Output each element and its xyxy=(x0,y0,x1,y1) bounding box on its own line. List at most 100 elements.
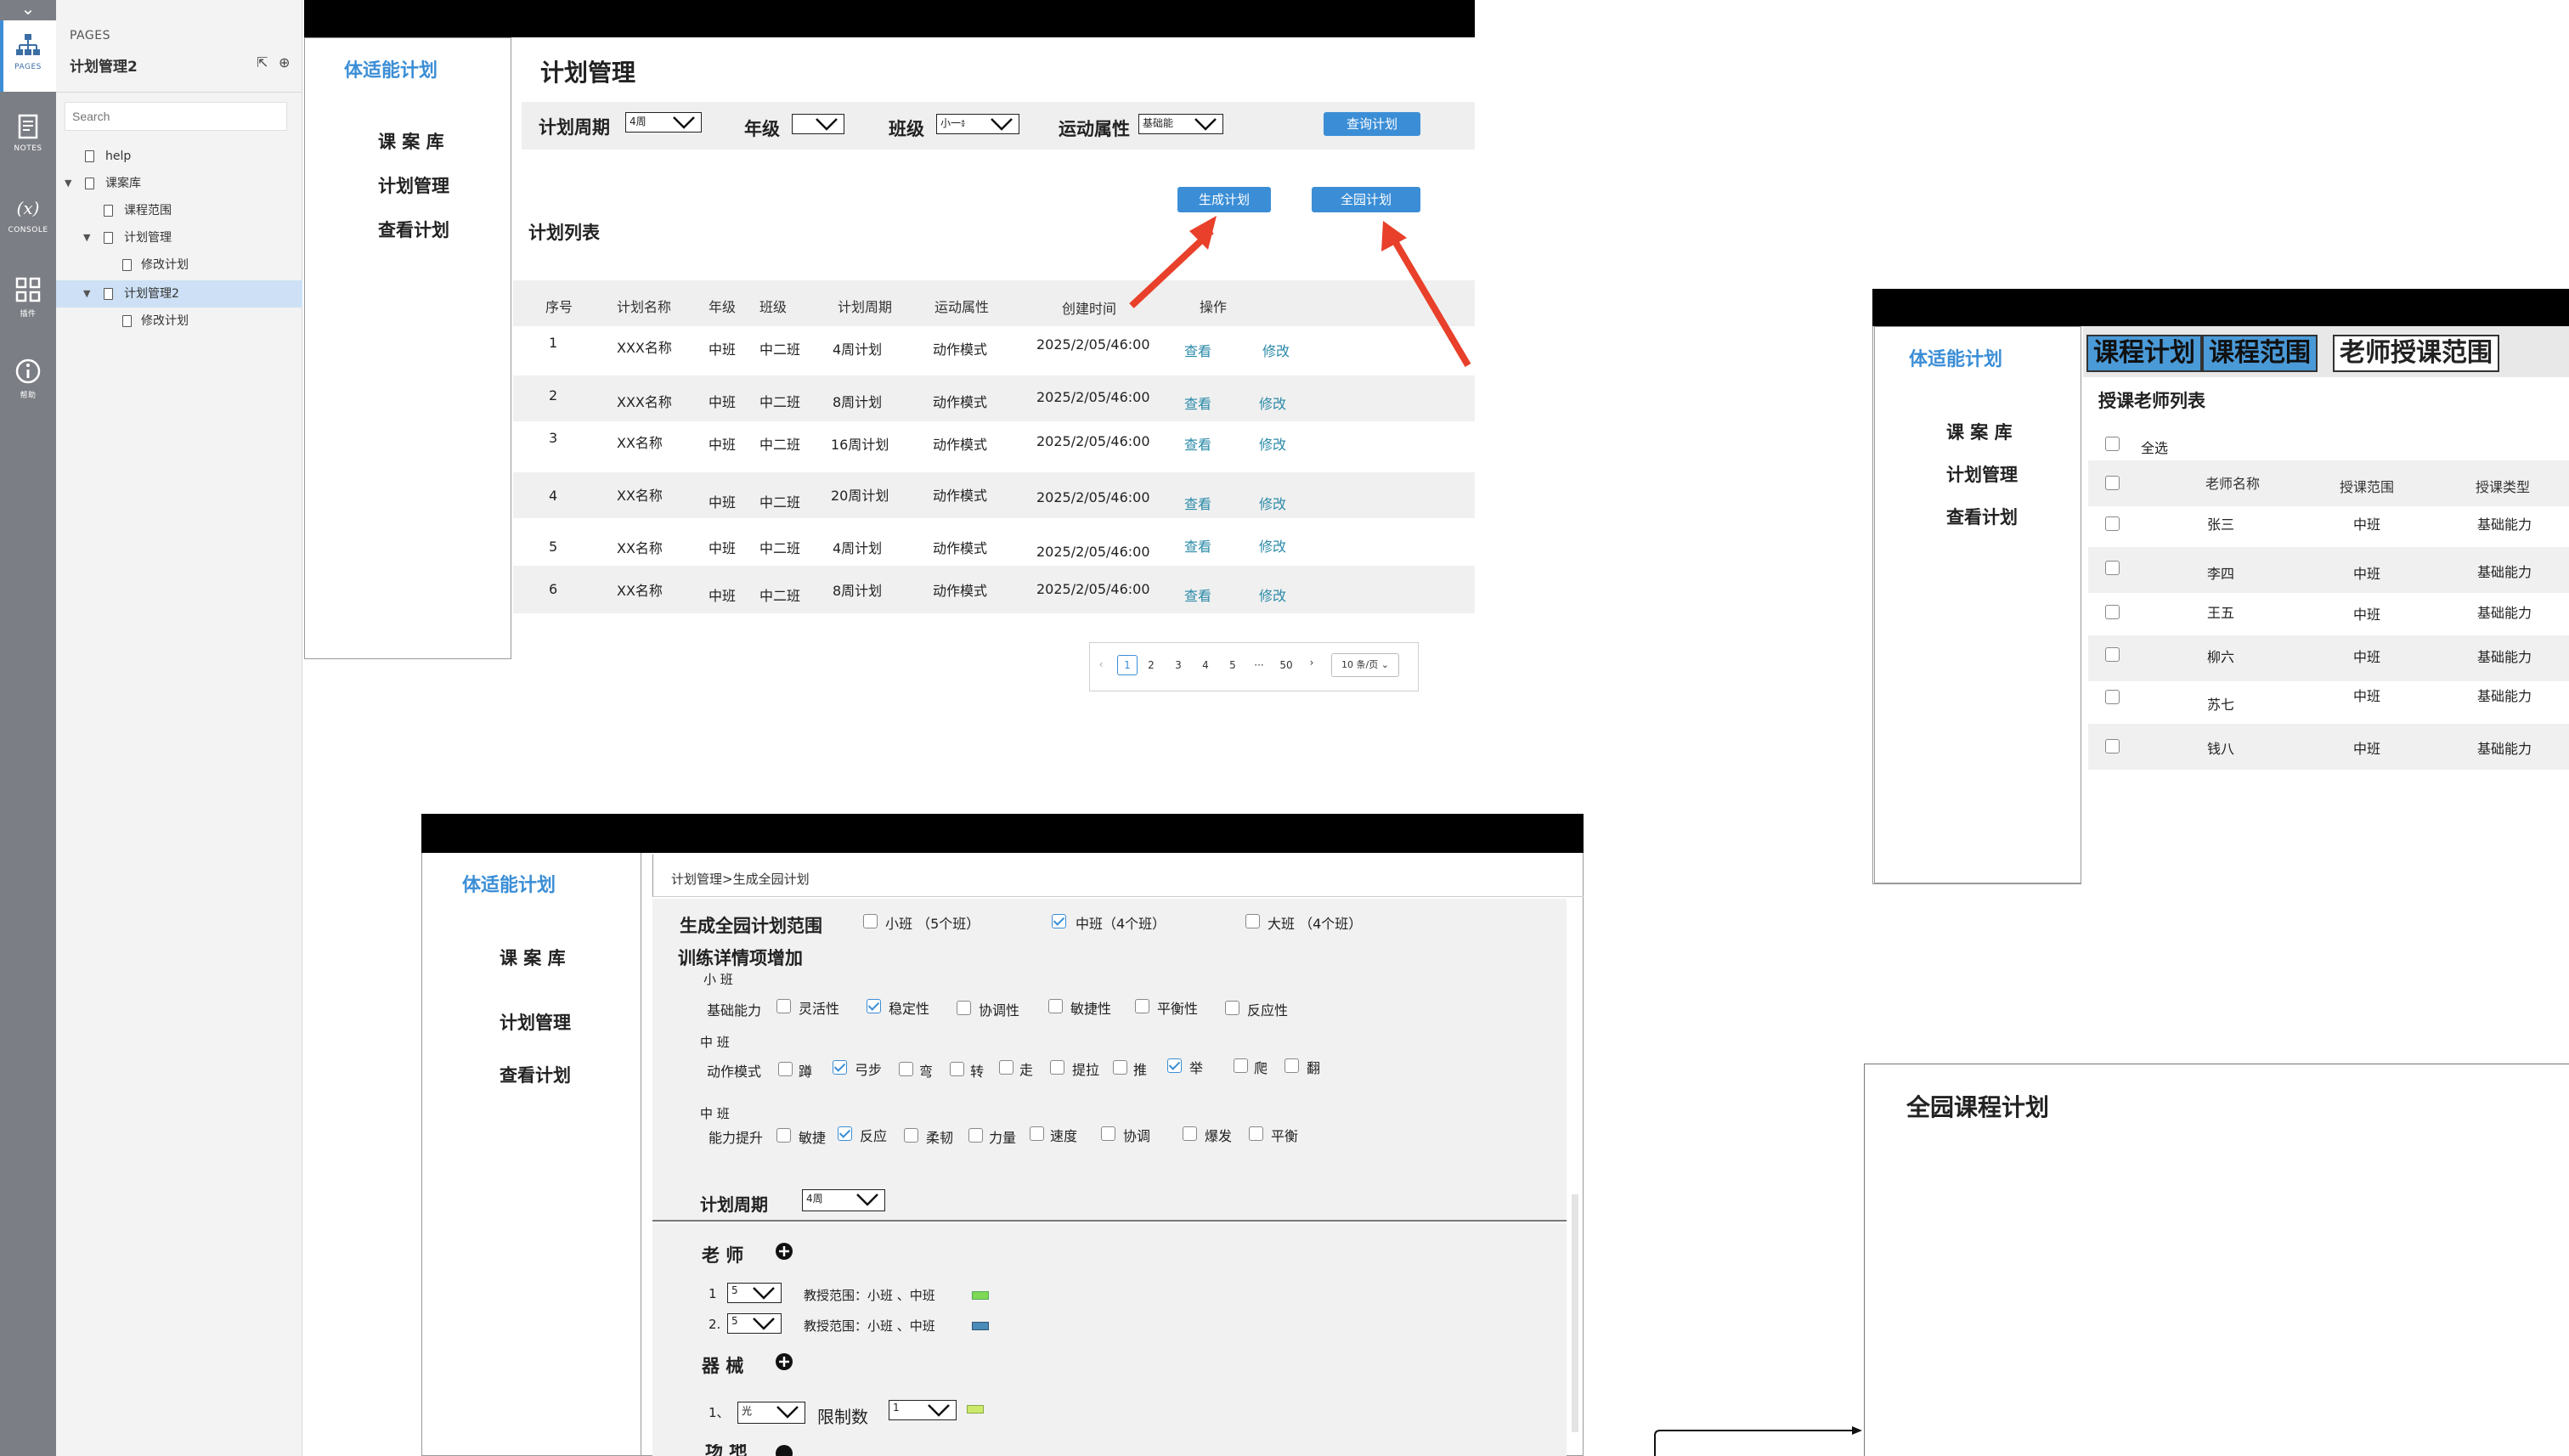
select-all-checkbox[interactable] xyxy=(2105,437,2120,451)
period-select[interactable]: 4周 xyxy=(802,1189,885,1211)
teacher-select[interactable]: 5 xyxy=(727,1313,782,1334)
tab-course-plan[interactable]: 课程计划 xyxy=(2086,335,2202,372)
option-checkbox[interactable] xyxy=(1249,1126,1263,1141)
option-checkbox[interactable] xyxy=(833,1060,847,1075)
page-1-button[interactable]: 1 xyxy=(1117,655,1138,675)
row-checkbox[interactable] xyxy=(2105,605,2120,619)
page-2-button[interactable]: 2 xyxy=(1144,659,1158,671)
rail-plugins-button[interactable]: 插件 xyxy=(0,265,56,336)
scope-large-checkbox[interactable] xyxy=(1245,914,1260,928)
option-checkbox[interactable] xyxy=(1050,1060,1064,1075)
expand-triangle-icon[interactable]: ▼ xyxy=(65,170,76,197)
nav-item-plan-management[interactable]: 计划管理 xyxy=(500,1009,571,1035)
option-checkbox[interactable] xyxy=(999,1060,1013,1075)
grade-select[interactable] xyxy=(792,114,844,134)
option-checkbox[interactable] xyxy=(899,1062,913,1076)
option-checkbox[interactable] xyxy=(904,1128,918,1143)
tab-course-scope[interactable]: 课程范围 xyxy=(2202,335,2318,372)
option-checkbox[interactable] xyxy=(1101,1126,1115,1141)
edit-link[interactable]: 修改 xyxy=(1259,392,1286,413)
edit-link[interactable]: 修改 xyxy=(1259,535,1286,556)
view-link[interactable]: 查看 xyxy=(1184,433,1211,454)
row-checkbox[interactable] xyxy=(2105,647,2120,662)
tree-item-plan-management-2[interactable]: ▼ 计划管理2 xyxy=(56,280,302,308)
page-50-button[interactable]: 50 xyxy=(1277,659,1296,671)
generate-plan-button[interactable]: 生成计划 xyxy=(1177,187,1271,212)
option-checkbox[interactable] xyxy=(776,1128,791,1143)
option-checkbox[interactable] xyxy=(1030,1126,1044,1141)
page-ellipsis[interactable]: ··· xyxy=(1251,659,1267,671)
nav-item-plan-management[interactable]: 计划管理 xyxy=(378,172,449,198)
brand-title[interactable]: 体适能计划 xyxy=(344,55,438,82)
view-link[interactable]: 查看 xyxy=(1184,493,1211,513)
class-select[interactable]: 小一៖ xyxy=(936,114,1019,134)
view-link[interactable]: 查看 xyxy=(1184,535,1211,556)
equipment-limit-select[interactable]: 1 xyxy=(889,1400,957,1420)
query-plan-button[interactable]: 查询计划 xyxy=(1324,112,1420,136)
nav-item-course-library[interactable]: 课 案 库 xyxy=(500,945,566,970)
brand-title[interactable]: 体适能计划 xyxy=(462,870,556,897)
rail-console-button[interactable]: (x) CONSOLE xyxy=(0,183,56,255)
tree-item-edit-plan[interactable]: 修改计划 xyxy=(56,251,302,279)
option-checkbox[interactable] xyxy=(838,1126,852,1141)
all-school-plan-button[interactable]: 全园计划 xyxy=(1312,187,1420,212)
rail-notes-button[interactable]: NOTES xyxy=(0,102,56,173)
option-checkbox[interactable] xyxy=(776,999,791,1013)
period-select[interactable]: 4周 xyxy=(625,112,702,133)
export-page-icon[interactable]: ⇱ xyxy=(257,54,274,71)
option-checkbox[interactable] xyxy=(867,999,881,1013)
brand-title[interactable]: 体适能计划 xyxy=(1909,344,2002,371)
option-checkbox[interactable] xyxy=(950,1062,964,1076)
collapse-chevron-icon[interactable]: ⌄ xyxy=(0,0,56,19)
nav-item-view-plan[interactable]: 查看计划 xyxy=(1946,504,2018,529)
tree-item-plan-management[interactable]: ▼ 计划管理 xyxy=(56,224,302,251)
edit-link[interactable]: 修改 xyxy=(1259,493,1286,513)
tree-item-course-scope[interactable]: 课程范围 xyxy=(56,197,302,224)
option-checkbox[interactable] xyxy=(1284,1058,1299,1073)
scope-middle-checkbox[interactable] xyxy=(1052,914,1066,928)
header-checkbox[interactable] xyxy=(2105,476,2120,490)
nav-item-plan-management[interactable]: 计划管理 xyxy=(1946,461,2018,487)
tab-teacher-scope[interactable]: 老师授课范围 xyxy=(2333,335,2499,372)
row-checkbox[interactable] xyxy=(2105,690,2120,704)
next-page-button[interactable]: › xyxy=(1306,657,1318,669)
tree-item-help[interactable]: help xyxy=(56,143,302,170)
rail-help-button[interactable]: 帮助 xyxy=(0,347,56,418)
view-link[interactable]: 查看 xyxy=(1184,584,1211,605)
edit-link[interactable]: 修改 xyxy=(1259,433,1286,454)
row-checkbox[interactable] xyxy=(2105,739,2120,753)
add-site-icon[interactable] xyxy=(775,1444,793,1456)
option-checkbox[interactable] xyxy=(1234,1058,1248,1073)
nav-item-course-library[interactable]: 课 案 库 xyxy=(1946,419,2013,444)
expand-triangle-icon[interactable]: ▼ xyxy=(83,280,95,308)
expand-triangle-icon[interactable]: ▼ xyxy=(83,224,95,251)
page-size-select[interactable]: 10 条/页 ⌄ xyxy=(1331,653,1399,677)
prev-page-button[interactable]: ‹ xyxy=(1095,658,1107,670)
page-3-button[interactable]: 3 xyxy=(1172,659,1185,671)
tree-item-edit-plan-2[interactable]: 修改计划 xyxy=(56,308,302,335)
rail-pages-button[interactable]: PAGES xyxy=(0,20,56,92)
option-checkbox[interactable] xyxy=(1167,1058,1182,1073)
add-equipment-icon[interactable] xyxy=(775,1352,793,1371)
teacher-select[interactable]: 5 xyxy=(727,1283,782,1303)
page-5-button[interactable]: 5 xyxy=(1226,659,1239,671)
add-teacher-icon[interactable] xyxy=(775,1242,793,1261)
option-checkbox[interactable] xyxy=(1135,999,1149,1013)
view-link[interactable]: 查看 xyxy=(1184,392,1211,413)
option-checkbox[interactable] xyxy=(778,1062,793,1076)
nav-item-course-library[interactable]: 课 案 库 xyxy=(378,128,444,154)
row-checkbox[interactable] xyxy=(2105,516,2120,531)
option-checkbox[interactable] xyxy=(1183,1126,1197,1141)
option-checkbox[interactable] xyxy=(957,1001,971,1015)
page-4-button[interactable]: 4 xyxy=(1199,659,1212,671)
pages-search-input[interactable] xyxy=(65,102,287,131)
option-checkbox[interactable] xyxy=(1225,1001,1239,1015)
option-checkbox[interactable] xyxy=(1048,999,1063,1013)
row-checkbox[interactable] xyxy=(2105,561,2120,575)
edit-link[interactable]: 修改 xyxy=(1259,584,1286,605)
nav-item-view-plan[interactable]: 查看计划 xyxy=(500,1062,571,1087)
scrollbar[interactable] xyxy=(1572,1194,1578,1432)
nav-item-view-plan[interactable]: 查看计划 xyxy=(378,217,449,242)
add-page-icon[interactable]: ⊕ xyxy=(279,54,296,71)
option-checkbox[interactable] xyxy=(1113,1060,1127,1075)
